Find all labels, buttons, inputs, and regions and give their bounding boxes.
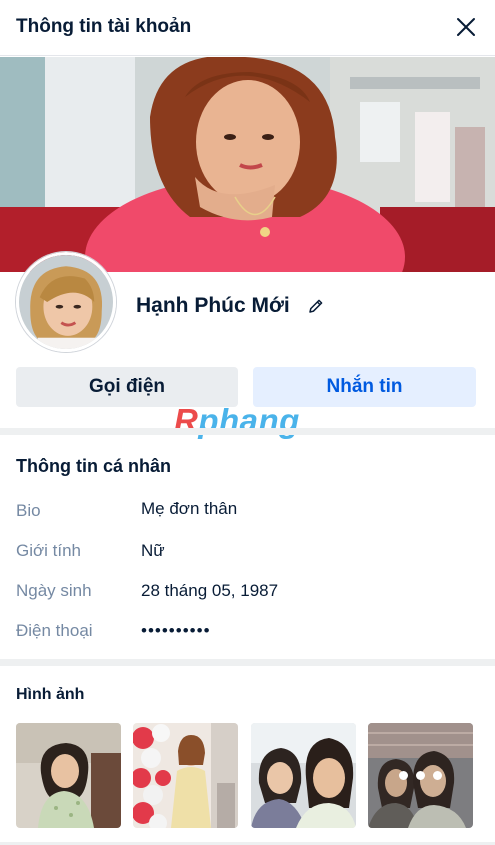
profile-name-row: Hạnh Phúc Mới — [136, 294, 326, 318]
info-label-phone: Điện thoại — [16, 621, 93, 640]
info-value-gender: Nữ — [141, 541, 165, 560]
photos-title: Hình ảnh — [16, 686, 85, 703]
info-label-birthday: Ngày sinh — [16, 581, 92, 600]
section-divider — [0, 428, 495, 435]
more-icon — [368, 723, 473, 828]
section-divider — [0, 659, 495, 666]
info-label-gender: Giới tính — [16, 541, 82, 560]
close-icon[interactable] — [451, 12, 481, 42]
photo-thumbnail[interactable] — [16, 723, 121, 828]
info-value-phone: •••••••••• — [141, 621, 211, 640]
photo-thumbnail[interactable] — [133, 723, 238, 828]
call-button[interactable]: Gọi điện — [16, 367, 238, 407]
cover-photo[interactable] — [0, 57, 495, 272]
info-value-bio: Mẹ đơn thân — [141, 499, 238, 518]
info-value-birthday: 28 tháng 05, 1987 — [141, 581, 279, 600]
header: Thông tin tài khoản — [0, 0, 495, 56]
header-title: Thông tin tài khoản — [16, 16, 192, 37]
avatar[interactable] — [16, 252, 116, 352]
info-label-bio: Bio — [16, 501, 41, 520]
photo-thumbnail[interactable] — [251, 723, 356, 828]
profile-name: Hạnh Phúc Mới — [136, 294, 290, 317]
message-button[interactable]: Nhắn tin — [253, 367, 476, 407]
edit-icon[interactable] — [306, 296, 326, 316]
personal-info-title: Thông tin cá nhân — [16, 456, 171, 476]
more-photos-overlay[interactable] — [368, 723, 473, 828]
